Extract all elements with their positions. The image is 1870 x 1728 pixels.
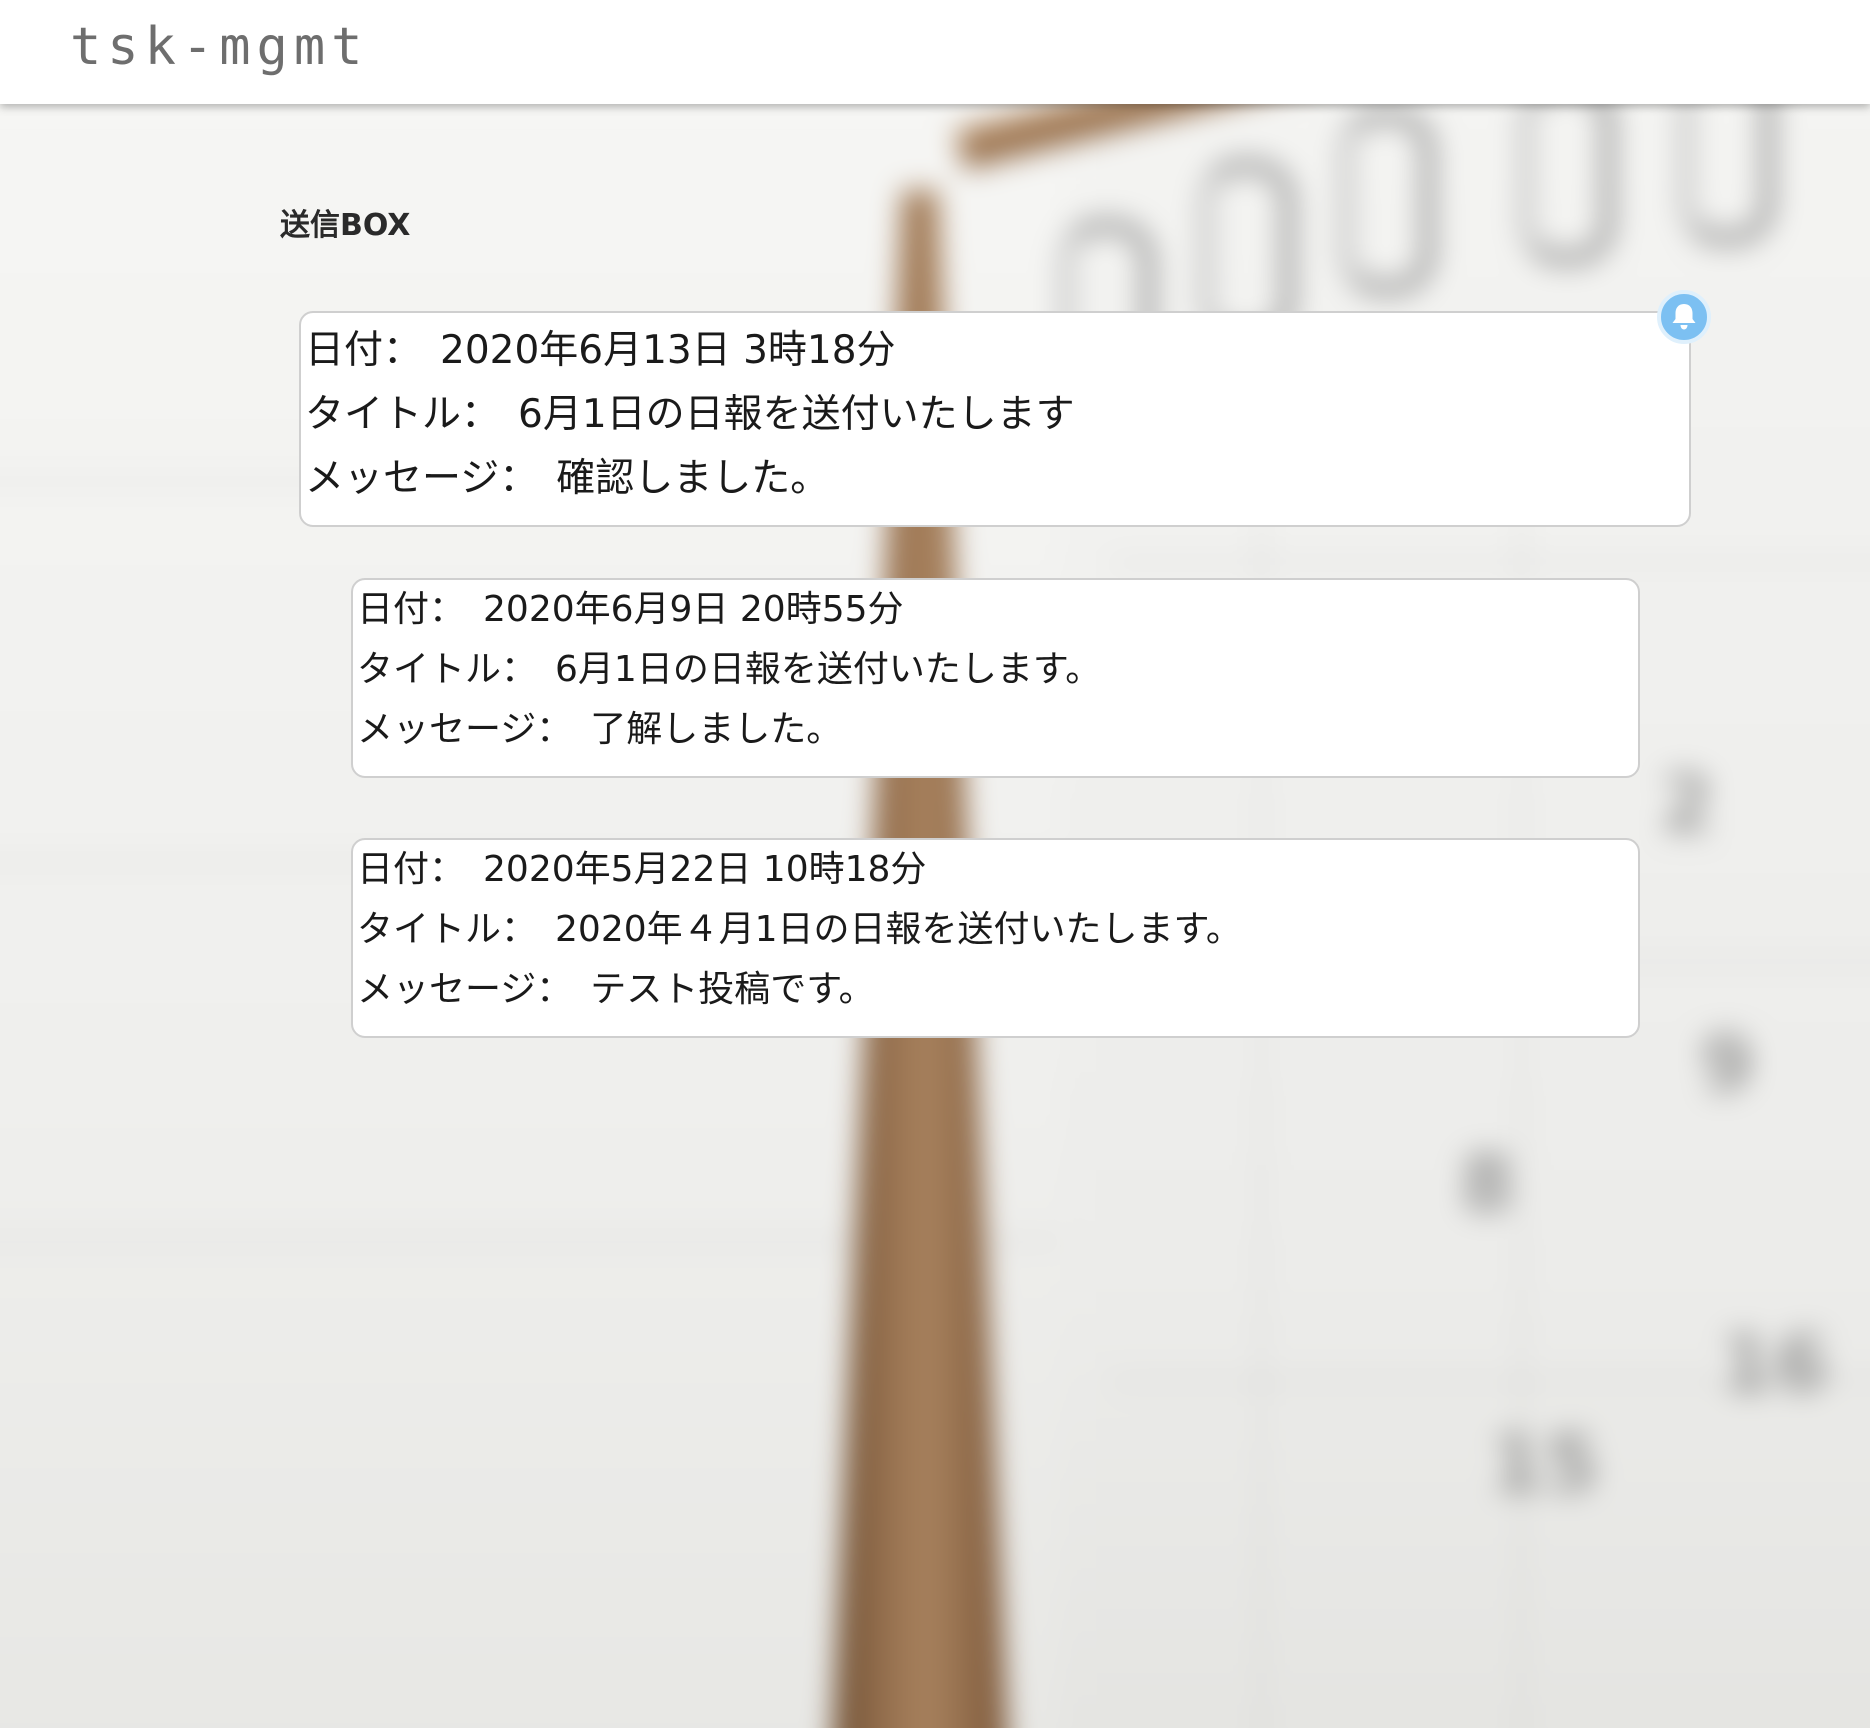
- top-header: tsk-mgmt: [0, 0, 1870, 104]
- sent-box-page: 送信BOX 日付： 2020年6月13日 3時18分 タイトル： 6月1日の日報…: [0, 104, 1870, 1728]
- page-title: 送信BOX: [280, 208, 411, 243]
- date-label: 日付：: [305, 328, 423, 373]
- message-title: 6月1日の日報を送付いたします: [518, 392, 1075, 437]
- date-label: 日付：: [357, 589, 466, 630]
- message-date: 2020年6月13日 3時18分: [440, 328, 896, 373]
- message-body: テスト投稿です。: [590, 969, 875, 1010]
- message-title-row: タイトル： 6月1日の日報を送付いたします。: [357, 640, 1634, 700]
- message-card[interactable]: 日付： 2020年5月22日 10時18分 タイトル： 2020年４月1日の日報…: [351, 838, 1640, 1038]
- message-title: 6月1日の日報を送付いたします。: [555, 649, 1102, 690]
- message-body: 了解しました。: [590, 709, 843, 750]
- message-body-row: メッセージ： 了解しました。: [357, 700, 1634, 760]
- message-label: メッセージ：: [357, 969, 573, 1010]
- bell-icon[interactable]: [1657, 290, 1711, 344]
- title-label: タイトル：: [357, 909, 538, 950]
- title-label: タイトル：: [357, 649, 538, 690]
- message-body-row: メッセージ： テスト投稿です。: [357, 960, 1634, 1020]
- message-label: メッセージ：: [357, 709, 573, 750]
- message-date: 2020年5月22日 10時18分: [483, 849, 927, 890]
- message-date-row: 日付： 2020年6月9日 20時55分: [357, 580, 1634, 640]
- message-card[interactable]: 日付： 2020年6月13日 3時18分 タイトル： 6月1日の日報を送付いたし…: [299, 311, 1691, 527]
- message-date: 2020年6月9日 20時55分: [483, 589, 904, 630]
- date-label: 日付：: [357, 849, 466, 890]
- message-date-row: 日付： 2020年5月22日 10時18分: [357, 840, 1634, 900]
- message-label: メッセージ：: [305, 456, 539, 501]
- bell-icon-glyph: [1672, 304, 1696, 330]
- message-title-row: タイトル： 6月1日の日報を送付いたします: [305, 383, 1685, 447]
- message-title: 2020年４月1日の日報を送付いたします。: [555, 909, 1242, 950]
- message-date-row: 日付： 2020年6月13日 3時18分: [305, 319, 1685, 383]
- message-title-row: タイトル： 2020年４月1日の日報を送付いたします。: [357, 900, 1634, 960]
- title-label: タイトル：: [305, 392, 501, 437]
- message-body-row: メッセージ： 確認しました。: [305, 447, 1685, 511]
- message-body: 確認しました。: [556, 456, 830, 501]
- app-logo[interactable]: tsk-mgmt: [70, 12, 368, 82]
- message-card[interactable]: 日付： 2020年6月9日 20時55分 タイトル： 6月1日の日報を送付いたし…: [351, 578, 1640, 778]
